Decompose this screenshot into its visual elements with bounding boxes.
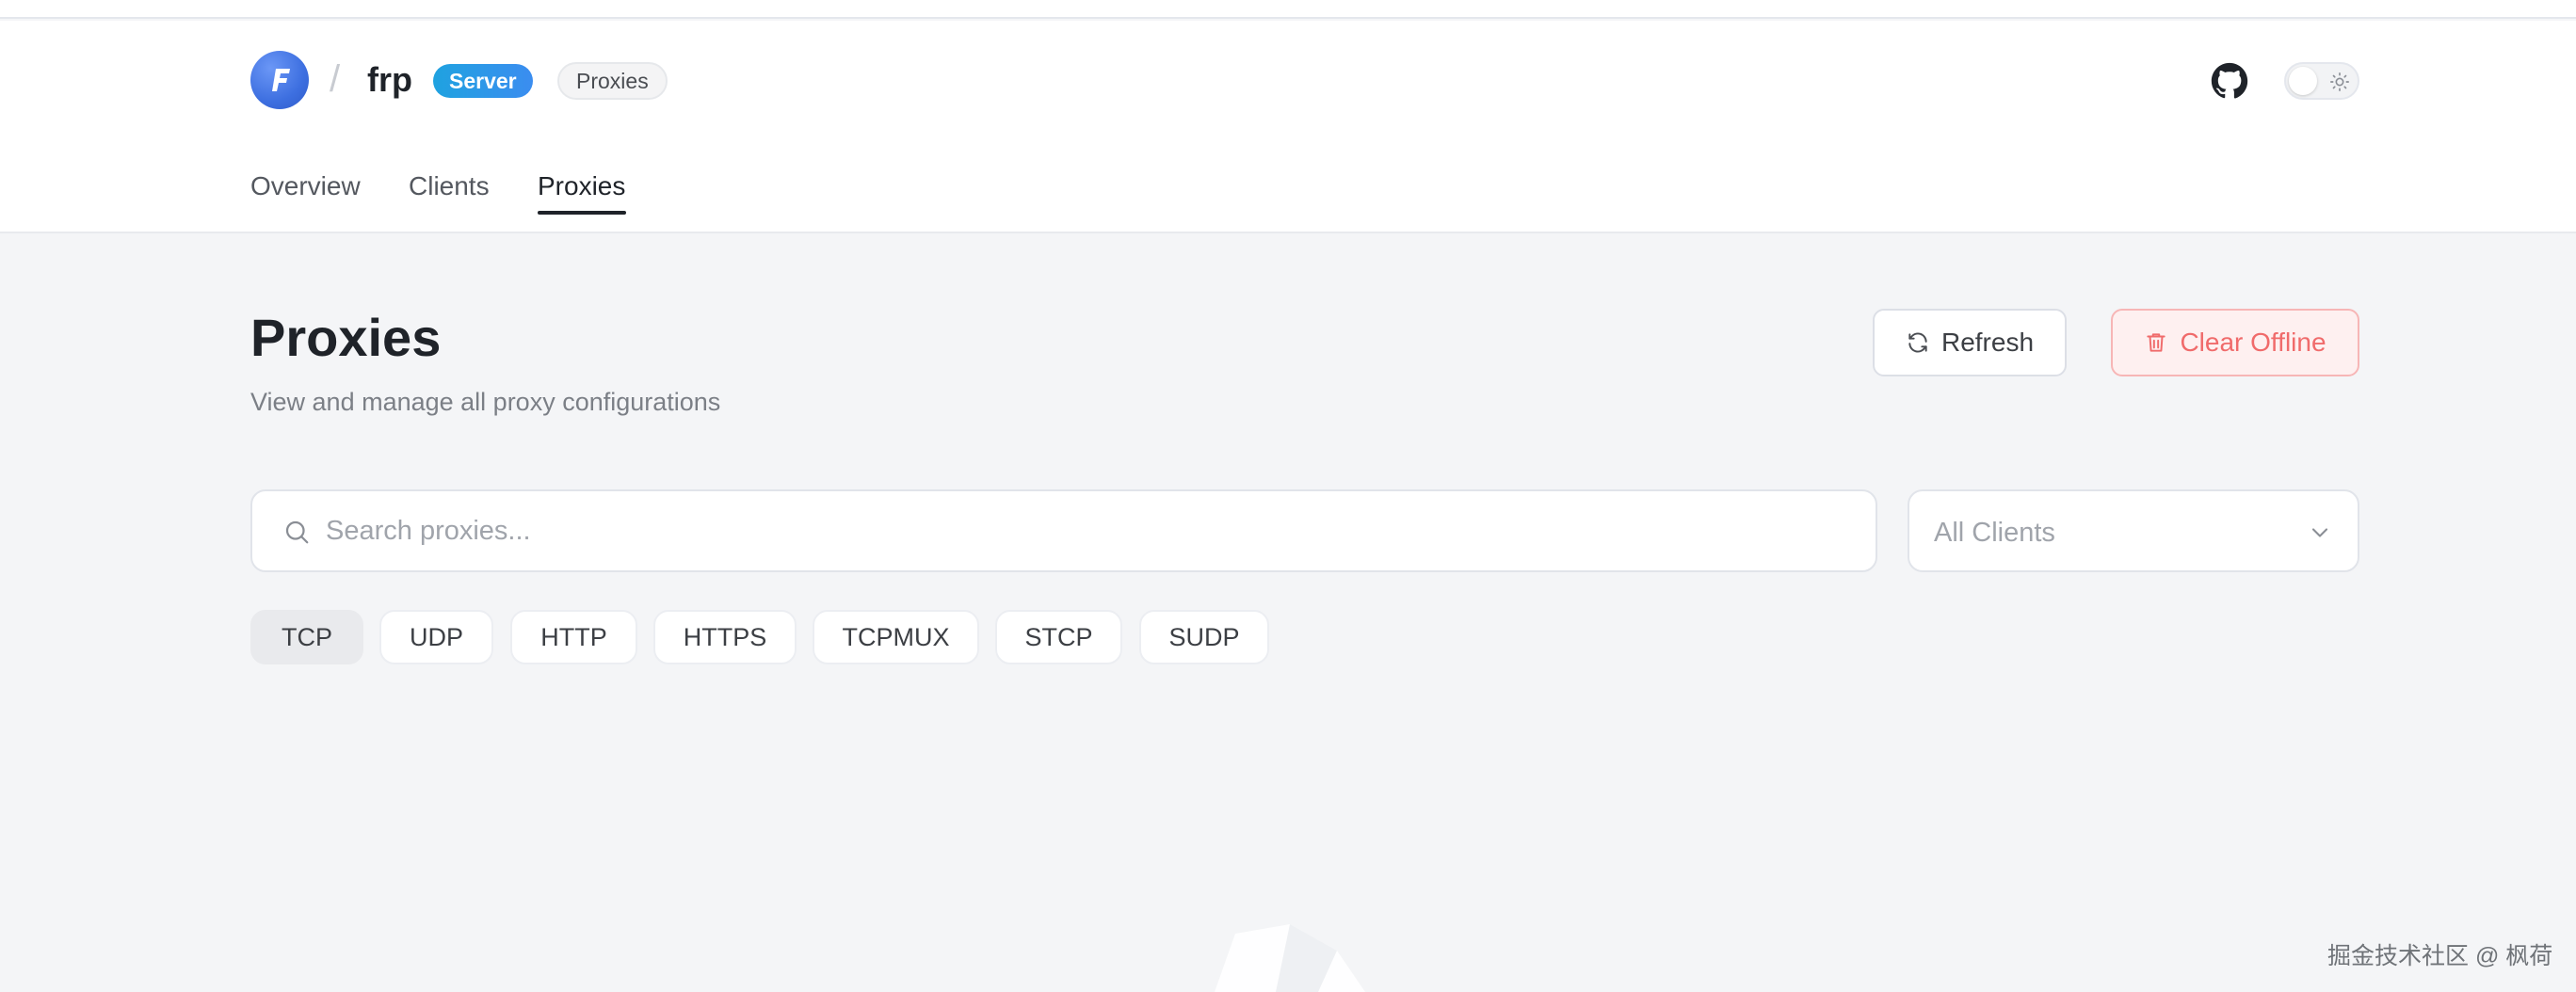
proxy-type-stcp[interactable]: STCP [995, 610, 1122, 664]
clear-offline-button-label: Clear Offline [2180, 328, 2326, 357]
proxy-type-https[interactable]: HTTPS [653, 610, 797, 664]
empty-state-illustration [1215, 924, 1365, 992]
search-input[interactable] [326, 506, 1832, 555]
theme-toggle[interactable] [2284, 62, 2359, 100]
sun-icon [2330, 72, 2349, 91]
tab-proxies[interactable]: Proxies [538, 171, 625, 201]
watermark-text: 掘金技术社区 @ 枫荷 [2327, 943, 2553, 969]
proxy-type-http[interactable]: HTTP [510, 610, 637, 664]
trash-icon [2147, 333, 2166, 352]
refresh-icon [1908, 332, 1927, 353]
proxy-type-udp[interactable]: UDP [379, 610, 493, 664]
window-top-bar [0, 0, 2576, 19]
tab-overview[interactable]: Overview [250, 171, 361, 201]
page-title: Proxies [250, 308, 442, 367]
search-box [250, 489, 1877, 572]
proxy-type-sudp[interactable]: SUDP [1139, 610, 1269, 664]
proxy-type-tcp[interactable]: TCP [250, 610, 363, 664]
tab-clients[interactable]: Clients [409, 171, 490, 201]
theme-toggle-knob [2289, 67, 2317, 95]
client-filter-value: All Clients [1934, 518, 2055, 548]
clear-offline-button[interactable]: Clear Offline [2111, 309, 2359, 376]
client-filter-select[interactable]: All Clients [1908, 489, 2359, 572]
active-tab-indicator [538, 211, 626, 215]
breadcrumb-separator: / [330, 58, 341, 100]
search-icon [285, 520, 309, 544]
current-page-badge: Proxies [557, 62, 668, 100]
github-icon[interactable] [2211, 62, 2248, 100]
page-subtitle: View and manage all proxy configurations [250, 388, 721, 416]
refresh-button[interactable]: Refresh [1873, 309, 2067, 376]
frp-logo-icon[interactable] [250, 51, 309, 109]
app-header: / frp Server Proxies Overview Clients Pr… [0, 21, 2576, 233]
proxy-type-tcpmux[interactable]: TCPMUX [813, 610, 979, 664]
chevron-down-icon [2311, 528, 2328, 537]
refresh-button-label: Refresh [1940, 328, 2035, 357]
brand-name[interactable]: frp [367, 60, 412, 100]
server-badge: Server [433, 64, 533, 98]
